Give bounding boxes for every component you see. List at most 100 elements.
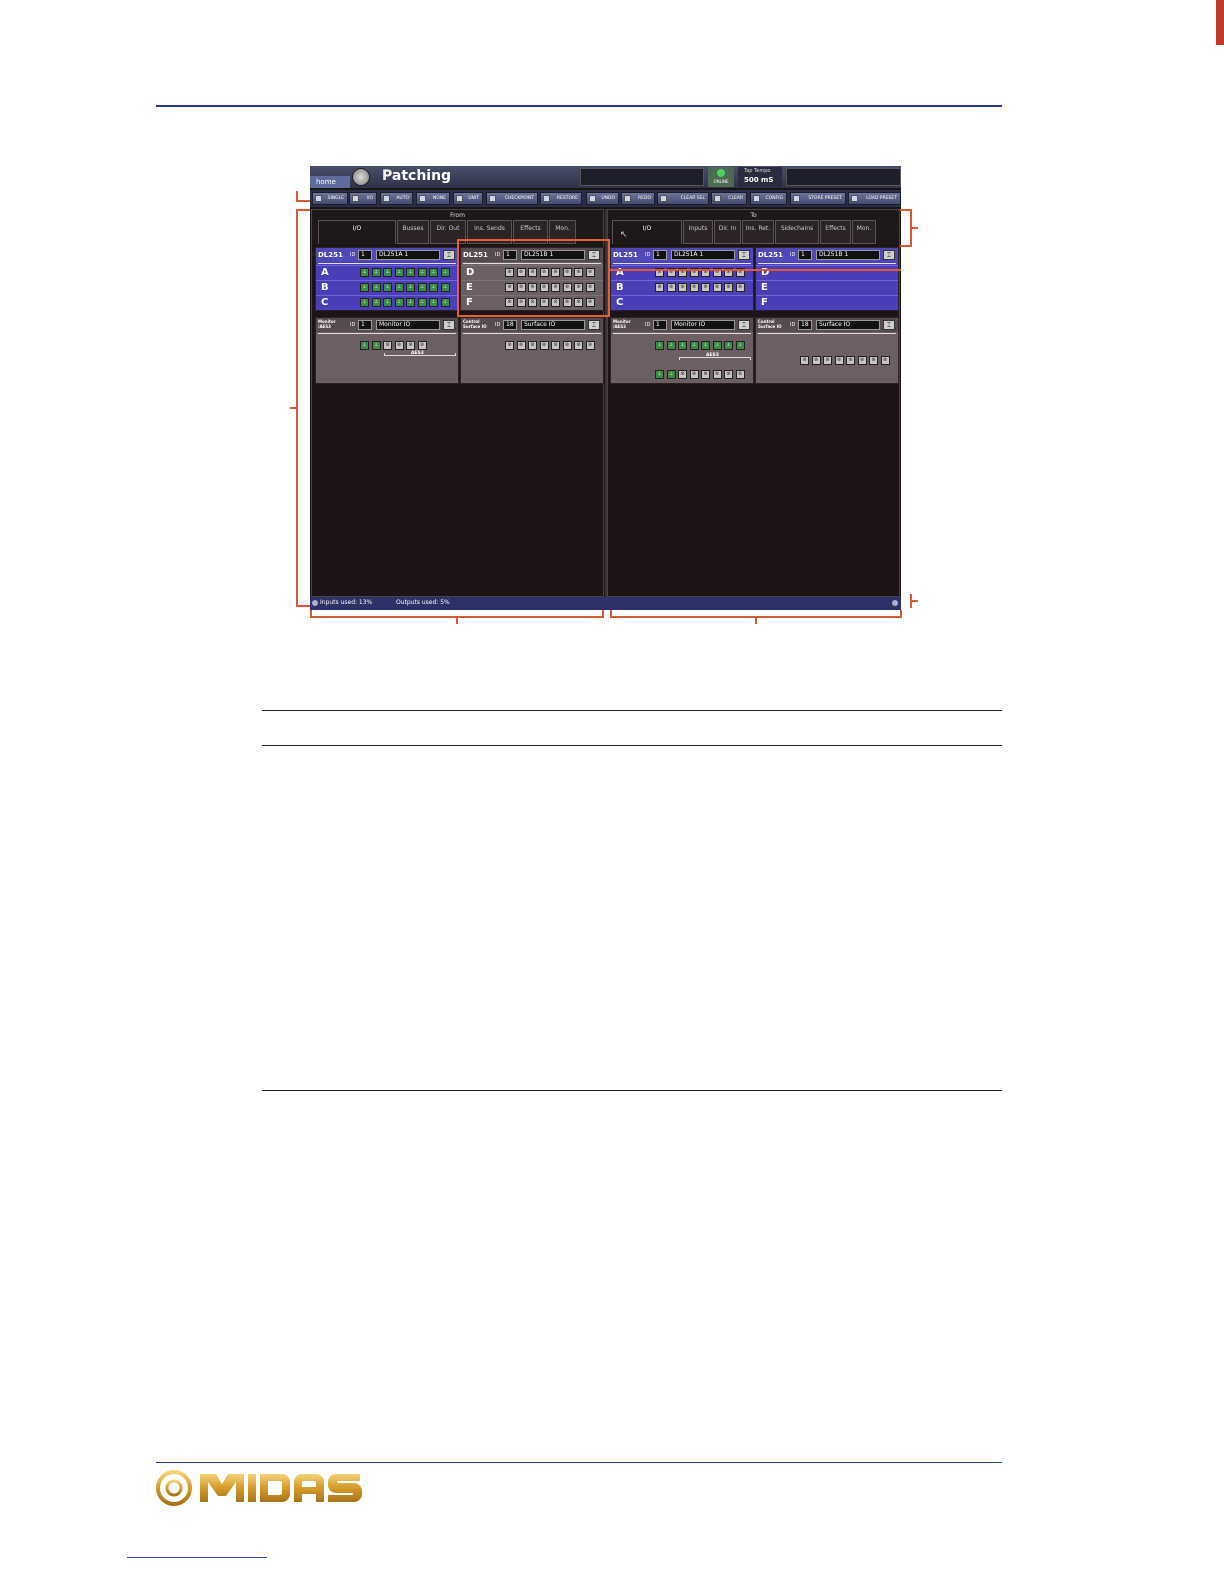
patch-socket[interactable]: ⊥ xyxy=(394,298,404,307)
rack-id-field[interactable]: 1 xyxy=(358,320,372,330)
to-tab-sidechains[interactable]: Sidechains xyxy=(775,220,819,244)
patch-socket[interactable]: ⊥ xyxy=(394,268,404,277)
patch-socket[interactable]: ⊗ xyxy=(516,341,526,350)
patch-socket[interactable]: ⊥ xyxy=(440,298,450,307)
rack-name-field[interactable]: Surface IO xyxy=(816,320,880,330)
rack-config-button[interactable]: ⌶ xyxy=(883,320,895,330)
patch-socket[interactable]: ⊗ xyxy=(712,283,722,292)
patch-socket[interactable]: ⊥ xyxy=(655,370,664,379)
patch-socket[interactable]: ⊗ xyxy=(869,356,878,365)
rack-name-field[interactable]: DL251B 1 xyxy=(816,250,880,260)
auto-button[interactable]: AUTO xyxy=(380,192,413,205)
patch-socket[interactable]: ⊥ xyxy=(371,283,381,292)
redo-button[interactable]: REDO xyxy=(621,192,655,205)
status-right-icon[interactable] xyxy=(892,600,898,606)
rack-name-field[interactable]: Surface IO xyxy=(521,320,585,330)
patch-socket[interactable]: ⊗ xyxy=(666,283,676,292)
patch-socket[interactable]: ⊗ xyxy=(574,341,583,350)
patch-socket[interactable]: ⊥ xyxy=(655,341,664,350)
patch-socket[interactable]: ⊗ xyxy=(724,370,733,379)
tap-tempo-display[interactable]: Tap Tempo 500 mS xyxy=(738,167,782,187)
clear-sel-button[interactable]: CLEAR SEL xyxy=(657,192,709,205)
checkpoint-button[interactable]: CHECKPOINT xyxy=(486,192,538,205)
rack-config-button[interactable]: ⌶ xyxy=(738,250,750,260)
patch-socket[interactable]: ⊗ xyxy=(724,283,733,292)
rack-name-field[interactable]: DL251A 1 xyxy=(671,250,735,260)
to-tab-ins-ret[interactable]: Ins. Ret. xyxy=(742,220,774,244)
rack-id-field[interactable]: 1 xyxy=(798,250,812,260)
patch-socket[interactable]: ⊗ xyxy=(800,356,809,365)
patch-socket[interactable]: ⊥ xyxy=(666,341,676,350)
patch-socket[interactable]: ⊥ xyxy=(724,341,733,350)
patch-socket[interactable]: ⊗ xyxy=(528,341,537,350)
patch-socket[interactable]: ⊗ xyxy=(689,370,699,379)
patch-socket[interactable]: ⊥ xyxy=(678,341,687,350)
patch-socket[interactable]: ⊗ xyxy=(846,356,855,365)
patch-socket[interactable]: ⊥ xyxy=(429,268,438,277)
patch-socket[interactable]: ⊗ xyxy=(678,370,687,379)
patch-socket[interactable]: ⊗ xyxy=(655,283,664,292)
rack-config-button[interactable]: ⌶ xyxy=(738,320,750,330)
rack-name-field[interactable]: Monitor IO xyxy=(671,320,735,330)
patch-socket[interactable]: ⊥ xyxy=(406,283,415,292)
rack-id-field[interactable]: 1 xyxy=(358,250,372,260)
patch-socket[interactable]: ⊗ xyxy=(394,341,404,350)
patch-socket[interactable]: ⊥ xyxy=(440,268,450,277)
undo-button[interactable]: UNDO xyxy=(586,192,619,205)
patch-socket[interactable]: ⊥ xyxy=(360,341,369,350)
patch-socket[interactable]: ⊥ xyxy=(417,298,427,307)
rack-config-button[interactable]: ⌶ xyxy=(443,320,455,330)
patch-socket[interactable]: ⊥ xyxy=(406,268,415,277)
patch-socket[interactable]: ⊗ xyxy=(551,341,560,350)
patch-socket[interactable]: ⊗ xyxy=(417,341,427,350)
patch-socket[interactable]: ⊥ xyxy=(406,298,415,307)
patch-socket[interactable]: ⊥ xyxy=(383,298,392,307)
rack-config-button[interactable]: ⌶ xyxy=(588,320,600,330)
patch-socket[interactable]: ⊗ xyxy=(505,341,514,350)
from-tab-io[interactable]: I/O xyxy=(318,220,396,244)
to-tab-inputs[interactable]: Inputs xyxy=(683,220,713,244)
patch-socket[interactable]: ⊗ xyxy=(712,370,722,379)
patch-socket[interactable]: ⊗ xyxy=(857,356,867,365)
config-button[interactable]: CONFIG xyxy=(750,192,787,205)
patch-socket[interactable]: ⊥ xyxy=(689,341,699,350)
rack-name-field[interactable]: Monitor IO xyxy=(376,320,440,330)
patch-socket[interactable]: ⊥ xyxy=(360,298,369,307)
patch-socket[interactable]: ⊗ xyxy=(880,356,890,365)
patch-socket[interactable]: ⊥ xyxy=(440,283,450,292)
patch-socket[interactable]: ⊥ xyxy=(735,341,745,350)
patch-socket[interactable]: ⊗ xyxy=(562,341,572,350)
store-preset-button[interactable]: STORE PRESET xyxy=(790,192,846,205)
io-button[interactable]: I/O xyxy=(349,192,377,205)
rack-id-field[interactable]: 18 xyxy=(503,320,517,330)
to-tab-dir-in[interactable]: Dir. In xyxy=(714,220,741,244)
patch-socket[interactable]: ⊗ xyxy=(811,356,821,365)
status-left-icon[interactable] xyxy=(312,600,318,606)
patch-socket[interactable]: ⊗ xyxy=(735,370,745,379)
rack-config-button[interactable]: ⌶ xyxy=(443,250,455,260)
patch-socket[interactable]: ⊥ xyxy=(371,341,381,350)
to-tab-mon[interactable]: Mon. xyxy=(852,220,876,244)
patch-socket[interactable]: ⊥ xyxy=(383,283,392,292)
rack-id-field[interactable]: 18 xyxy=(798,320,812,330)
restore-button[interactable]: RESTORE xyxy=(540,192,582,205)
patch-socket[interactable]: ⊗ xyxy=(823,356,832,365)
patch-socket[interactable]: ⊥ xyxy=(360,268,369,277)
patch-socket[interactable]: ⊗ xyxy=(834,356,844,365)
patch-socket[interactable]: ⊥ xyxy=(429,283,438,292)
patch-socket[interactable]: ⊗ xyxy=(678,283,687,292)
single-button[interactable]: SINGLE xyxy=(312,192,348,205)
unit-button[interactable]: UNIT xyxy=(453,192,483,205)
patch-socket[interactable]: ⊗ xyxy=(406,341,415,350)
from-tab-busses[interactable]: Busses xyxy=(397,220,429,244)
patch-socket[interactable]: ⊥ xyxy=(666,370,676,379)
clear-button[interactable]: CLEAR xyxy=(711,192,747,205)
patch-socket[interactable]: ⊗ xyxy=(689,283,699,292)
patch-socket[interactable]: ⊗ xyxy=(701,370,710,379)
rack-config-button[interactable]: ⌶ xyxy=(883,250,895,260)
rack-name-field[interactable]: DL251A 1 xyxy=(376,250,440,260)
patch-socket[interactable]: ⊗ xyxy=(735,283,745,292)
patch-socket[interactable]: ⊥ xyxy=(701,341,710,350)
patch-socket[interactable]: ⊗ xyxy=(701,283,710,292)
rack-id-field[interactable]: 1 xyxy=(653,320,667,330)
